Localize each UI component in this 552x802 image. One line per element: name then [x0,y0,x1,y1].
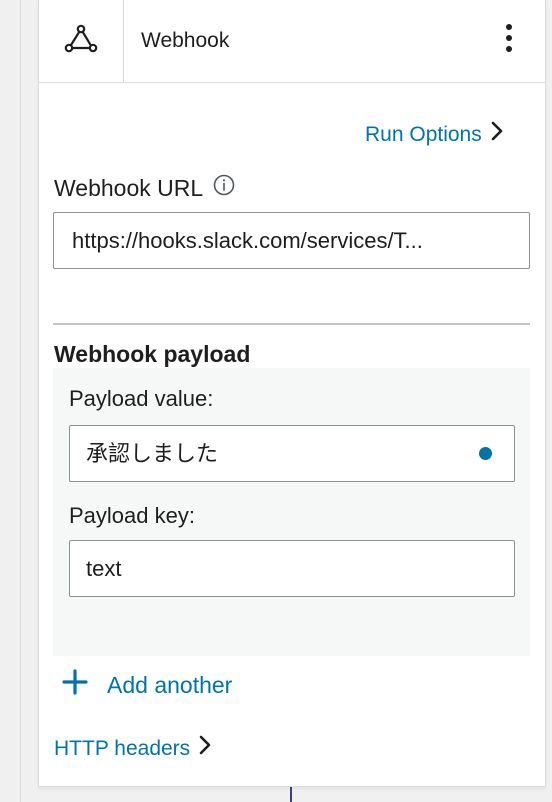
payload-value-input[interactable]: 承認しました [69,425,515,482]
webhook-payload-title: Webhook payload [54,341,251,367]
block-icon-cell [39,0,124,82]
chevron-right-icon [198,734,212,763]
canvas-left-rule [20,0,21,802]
section-divider [53,323,530,325]
block-title: Webhook [141,29,230,52]
http-headers-label: HTTP headers [54,736,191,760]
payload-row: Payload value: 承認しました Payload key: text [53,368,530,656]
payload-value-label: Payload value: [69,386,214,411]
chevron-right-icon [490,120,504,149]
block-connector-line [290,786,292,802]
run-options-link[interactable]: Run Options [365,120,504,149]
payload-key-input[interactable]: text [69,540,515,597]
payload-key-label: Payload key: [69,503,195,528]
unsaved-indicator-dot [479,447,492,460]
http-headers-link[interactable]: HTTP headers [54,734,212,763]
more-options-button[interactable] [497,23,521,58]
plus-icon [61,668,89,702]
payload-value-text: 承認しました [86,441,219,466]
more-vertical-icon [505,23,513,58]
webhook-url-input[interactable]: https://hooks.slack.com/services/T... [53,212,530,269]
run-options-label: Run Options [365,122,482,146]
add-another-label: Add another [107,672,233,698]
block-header: Webhook [39,0,545,83]
add-another-button[interactable]: Add another [61,668,232,702]
webhook-block-panel: Webhook Run Options Webhook URL https://… [38,0,546,787]
webhook-url-label-text: Webhook URL [54,175,204,201]
webhook-icon [63,23,99,60]
webhook-url-label: Webhook URL [54,174,235,202]
info-icon[interactable] [213,174,235,202]
